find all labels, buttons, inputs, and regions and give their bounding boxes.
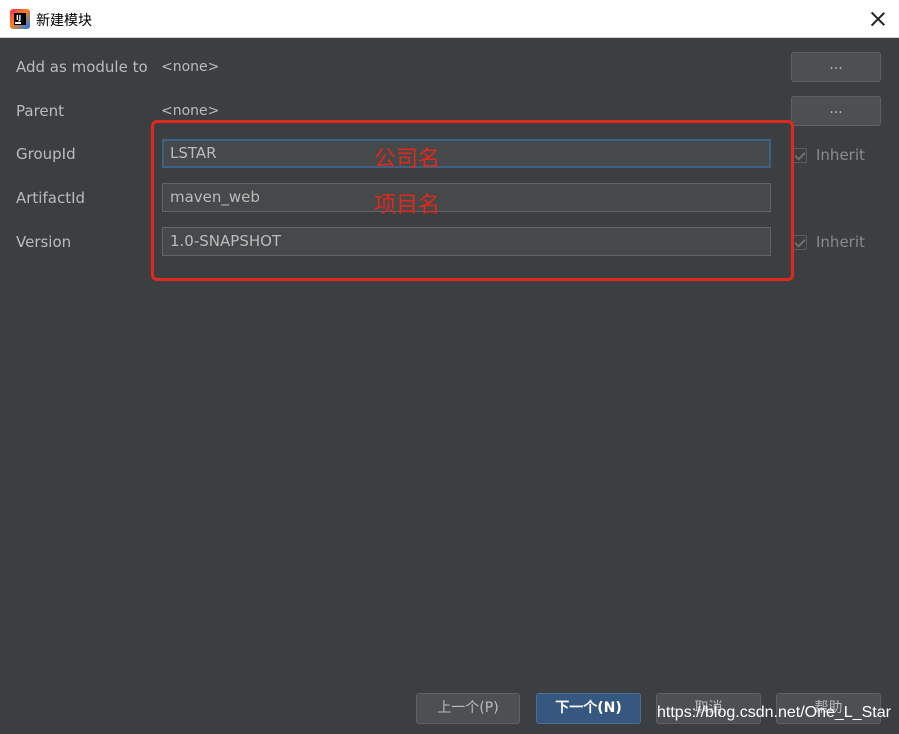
- parent-value: <none>: [161, 103, 220, 119]
- window-title: 新建模块: [36, 13, 92, 29]
- group-id-input[interactable]: LSTAR: [162, 139, 771, 168]
- artifact-id-label: ArtifactId: [16, 189, 86, 207]
- previous-button[interactable]: 上一个(P): [416, 693, 520, 724]
- close-icon[interactable]: [865, 6, 891, 32]
- group-id-inherit-checkbox[interactable]: [792, 147, 807, 163]
- version-inherit[interactable]: Inherit: [792, 233, 865, 251]
- add-as-module-to-browse-button[interactable]: ...: [791, 52, 881, 82]
- parent-label: Parent: [16, 102, 65, 120]
- version-input[interactable]: 1.0-SNAPSHOT: [162, 227, 771, 256]
- version-label: Version: [16, 233, 72, 251]
- watermark: https://blog.csdn.net/One_L_Star: [657, 704, 891, 721]
- annotation-company-name: 公司名: [374, 147, 441, 172]
- group-id-inherit[interactable]: Inherit: [792, 146, 865, 164]
- next-button[interactable]: 下一个(N): [536, 693, 641, 724]
- annotation-project-name: 项目名: [374, 193, 441, 218]
- add-as-module-to-label: Add as module to: [16, 58, 148, 76]
- parent-browse-button[interactable]: ...: [791, 96, 881, 126]
- add-as-module-to-value: <none>: [161, 59, 220, 75]
- intellij-idea-icon: IJ: [10, 9, 30, 29]
- title-bar: IJ 新建模块: [0, 0, 899, 38]
- version-inherit-checkbox[interactable]: [792, 234, 807, 250]
- group-id-label: GroupId: [16, 145, 76, 163]
- version-inherit-label: Inherit: [816, 233, 865, 251]
- group-id-inherit-label: Inherit: [816, 146, 865, 164]
- artifact-id-input[interactable]: maven_web: [162, 183, 771, 212]
